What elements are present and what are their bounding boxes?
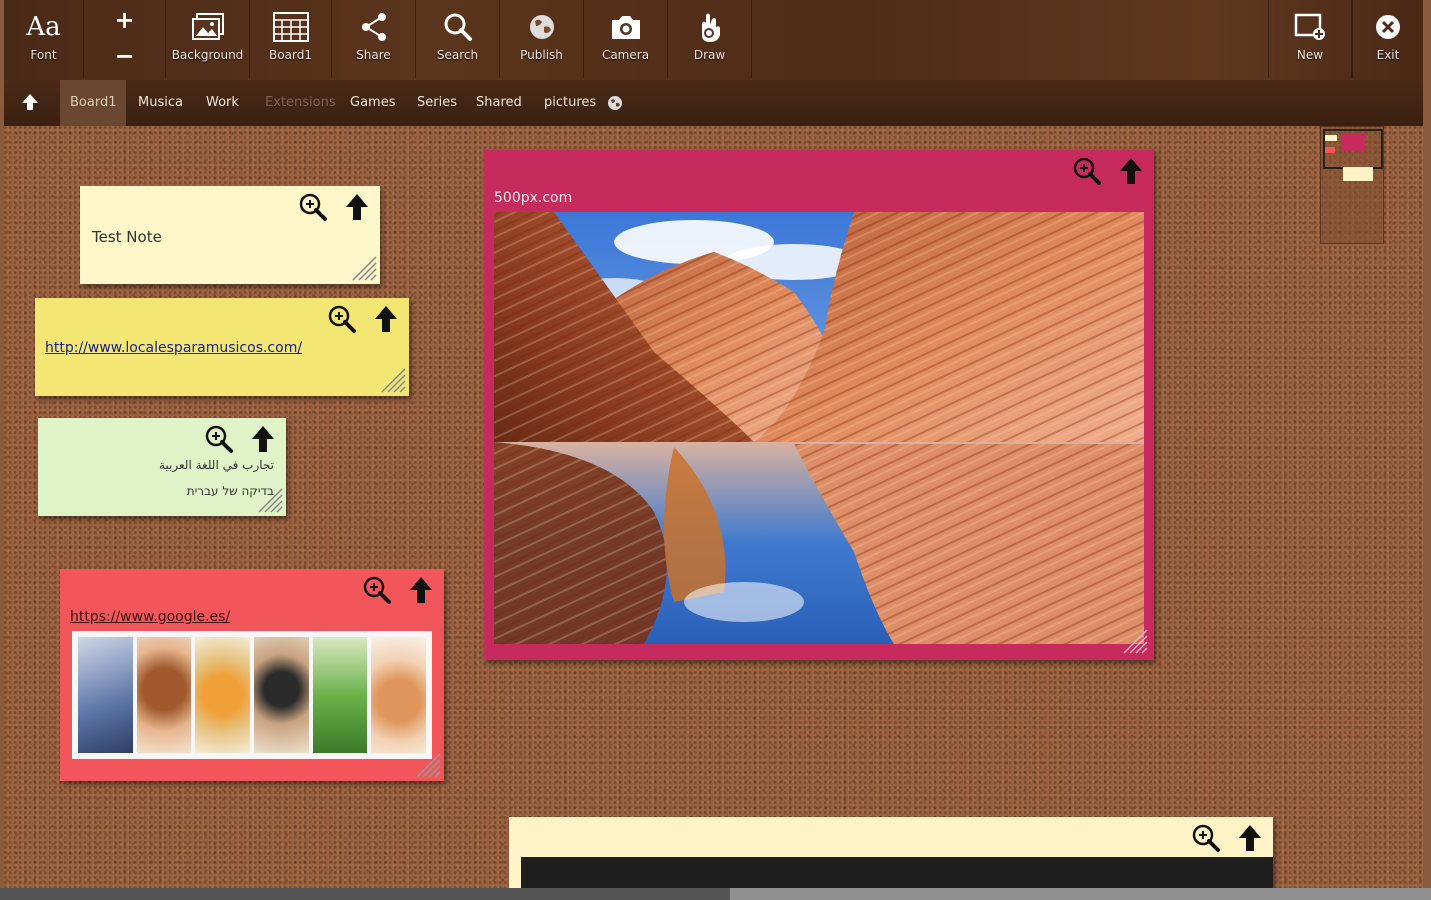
note-text-arabic: تجارب في اللغة العربية (159, 458, 274, 472)
camera-label: Camera (601, 48, 650, 62)
preview-thumb (371, 637, 427, 753)
exit-label: Exit (1376, 48, 1400, 62)
embedded-preview (521, 857, 1273, 888)
search-button[interactable]: Search (416, 0, 500, 78)
zoom-controls: + − (84, 0, 166, 78)
move-up-arrow-icon[interactable] (408, 575, 434, 609)
close-icon (1353, 10, 1423, 44)
photo-note[interactable]: 500px.com (484, 150, 1154, 660)
note-controls (327, 304, 399, 338)
image-icon (166, 10, 249, 44)
move-up-arrow-icon[interactable] (1118, 156, 1144, 190)
board-tabs: Board1 Musica Work Extensions Games Seri… (4, 80, 1423, 127)
exit-button[interactable]: Exit (1352, 0, 1423, 78)
minimap-note (1325, 147, 1335, 153)
zoom-out-button[interactable]: − (84, 42, 165, 70)
preview-thumb (312, 637, 368, 753)
zoom-icon[interactable] (298, 192, 328, 226)
move-up-arrow-icon[interactable] (250, 424, 276, 458)
main-toolbar: Aa Font + − Background Board1 Share Sear… (4, 0, 1423, 82)
board-minimap[interactable] (1320, 126, 1384, 244)
note-link[interactable]: http://www.localesparamusicos.com/ (45, 340, 302, 356)
globe-icon (500, 10, 583, 44)
tab-board1[interactable]: Board1 (60, 80, 126, 126)
preview-thumb (254, 637, 309, 753)
photo-source: 500px.com (494, 190, 573, 206)
note-controls (298, 192, 370, 226)
preview-thumb (195, 637, 251, 753)
tab-musica[interactable]: Musica (128, 80, 193, 126)
tab-games[interactable]: Games (340, 80, 405, 126)
preview-thumb (78, 637, 133, 753)
publish-button[interactable]: Publish (500, 0, 584, 78)
up-arrow-icon[interactable] (20, 92, 40, 116)
board-button[interactable]: Board1 (250, 0, 332, 78)
move-up-arrow-icon[interactable] (373, 304, 399, 338)
share-label: Share (356, 48, 391, 62)
resize-handle-icon[interactable] (253, 483, 283, 513)
canyon-photo-image (494, 212, 1144, 644)
note-controls (204, 424, 276, 458)
zoom-icon[interactable] (1191, 823, 1221, 857)
globe-small-icon (607, 95, 623, 115)
move-up-arrow-icon[interactable] (1237, 823, 1263, 857)
new-board-icon (1269, 10, 1351, 44)
zoom-in-button[interactable]: + (84, 6, 165, 34)
search-label: Search (436, 48, 479, 62)
minimap-note (1325, 135, 1337, 141)
zoom-icon[interactable] (204, 424, 234, 458)
camera-button[interactable]: Camera (584, 0, 668, 78)
sticky-note-google[interactable]: https://www.google.es/ (60, 569, 444, 781)
zoom-icon[interactable] (327, 304, 357, 338)
font-button[interactable]: Aa Font (4, 0, 84, 78)
draw-hand-icon (668, 10, 751, 44)
board-grid-icon (250, 10, 331, 44)
note-controls (362, 575, 434, 609)
note-text: Test Note (92, 228, 162, 246)
zoom-icon[interactable] (362, 575, 392, 609)
zoom-icon[interactable] (1072, 156, 1102, 190)
resize-handle-icon[interactable] (347, 251, 377, 281)
board-label: Board1 (269, 48, 312, 62)
scrollbar-thumb[interactable] (0, 888, 730, 900)
tab-shared[interactable]: Shared (466, 80, 532, 126)
new-label: New (1296, 48, 1324, 62)
app-window: Aa Font + − Background Board1 Share Sear… (0, 0, 1431, 900)
font-label: Font (30, 48, 57, 62)
tab-work[interactable]: Work (196, 80, 249, 126)
share-icon (332, 10, 415, 44)
sticky-note-rtl[interactable]: تجارب في اللغة العربية בדיקה של עברית (38, 418, 286, 516)
sticky-note-bottom[interactable] (509, 817, 1273, 888)
font-icon: Aa (4, 10, 83, 44)
link-preview-image (72, 631, 432, 759)
minimap-photo-note (1341, 133, 1365, 151)
note-link[interactable]: https://www.google.es/ (70, 609, 230, 625)
publish-label: Publish (520, 48, 563, 62)
move-up-arrow-icon[interactable] (344, 192, 370, 226)
resize-handle-icon[interactable] (1118, 624, 1148, 654)
font-glyph: Aa (26, 12, 61, 42)
canyon-photo (494, 212, 1144, 644)
camera-icon (584, 10, 667, 44)
search-icon (416, 10, 499, 44)
new-button[interactable]: New (1268, 0, 1352, 78)
tab-extensions[interactable]: Extensions (255, 80, 346, 126)
note-controls (1191, 823, 1263, 857)
draw-label: Draw (693, 48, 726, 62)
background-label: Background (171, 48, 244, 62)
resize-handle-icon[interactable] (411, 748, 441, 778)
tab-series[interactable]: Series (407, 80, 467, 126)
tab-pictures[interactable]: pictures (534, 80, 606, 126)
minimap-note (1343, 167, 1373, 181)
share-button[interactable]: Share (332, 0, 416, 78)
resize-handle-icon[interactable] (376, 363, 406, 393)
note-controls (1072, 156, 1144, 190)
preview-thumb (136, 637, 192, 753)
sticky-note-test[interactable]: Test Note (80, 186, 380, 284)
background-button[interactable]: Background (166, 0, 250, 78)
draw-button[interactable]: Draw (668, 0, 752, 78)
sticky-note-link[interactable]: http://www.localesparamusicos.com/ (35, 298, 409, 396)
